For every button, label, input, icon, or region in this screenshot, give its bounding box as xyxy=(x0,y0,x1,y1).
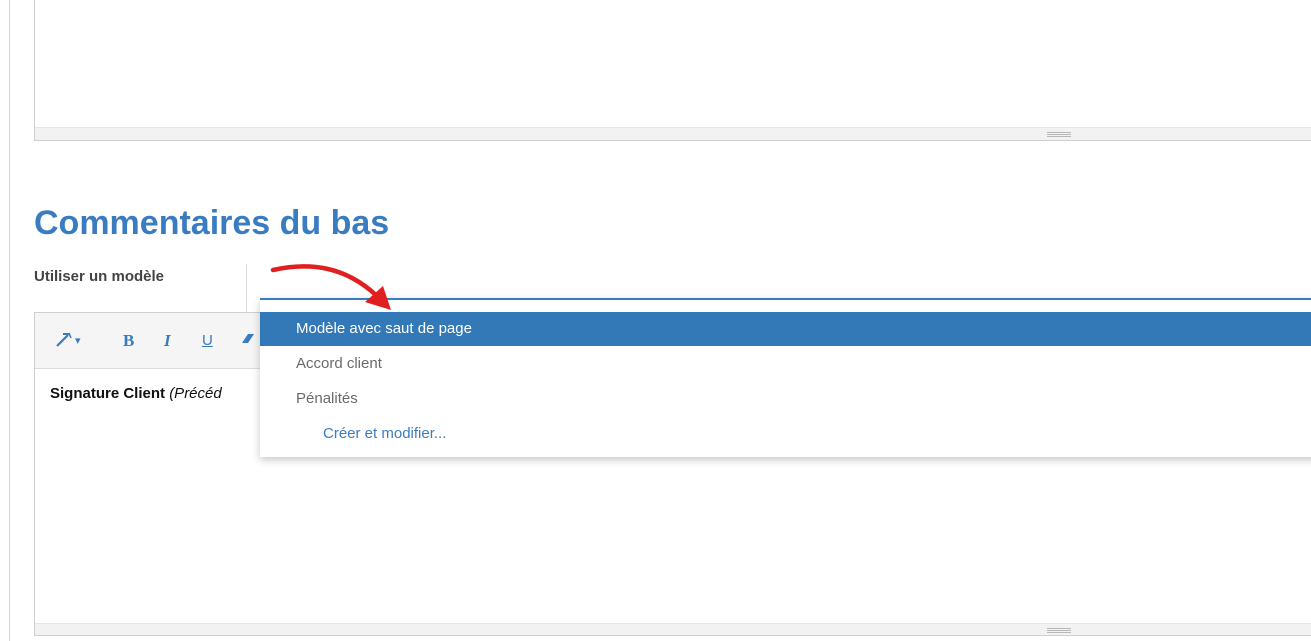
chevron-down-icon: ▾ xyxy=(75,335,81,347)
page-left-border xyxy=(9,0,10,641)
top-comments-editor[interactable] xyxy=(34,0,1311,141)
dropdown-item-penalites[interactable]: Pénalités xyxy=(260,382,1311,416)
style-button[interactable]: ▾ xyxy=(55,329,81,349)
create-edit-link[interactable]: Créer et modifier... xyxy=(260,417,1311,451)
dropdown-item-accord-client[interactable]: Accord client xyxy=(260,347,1311,381)
editor-content[interactable]: Signature Client (Précéd xyxy=(50,385,222,402)
bold-button[interactable]: B xyxy=(123,331,134,351)
template-dropdown: Modèle avec saut de page Accord client P… xyxy=(260,298,1311,457)
resize-grip-icon[interactable] xyxy=(1047,628,1071,633)
magic-wand-icon xyxy=(56,332,72,347)
annotation-arrow-icon xyxy=(270,264,391,310)
resize-grip-icon[interactable] xyxy=(1047,132,1071,137)
top-editor-resize-bar[interactable] xyxy=(35,127,1311,140)
section-title: Commentaires du bas xyxy=(34,204,390,242)
bottom-editor-resize-bar[interactable] xyxy=(35,623,1311,635)
eraser-icon xyxy=(242,334,254,343)
label-divider xyxy=(246,264,247,312)
dropdown-item-modele-saut-de-page[interactable]: Modèle avec saut de page xyxy=(260,312,1311,346)
content-italic-text: (Précéd xyxy=(169,385,222,402)
content-bold-text: Signature Client xyxy=(50,385,166,402)
clear-format-button[interactable] xyxy=(240,331,256,349)
underline-button[interactable]: U xyxy=(202,332,213,349)
italic-button[interactable]: I xyxy=(164,331,171,351)
template-label: Utiliser un modèle xyxy=(34,268,165,285)
